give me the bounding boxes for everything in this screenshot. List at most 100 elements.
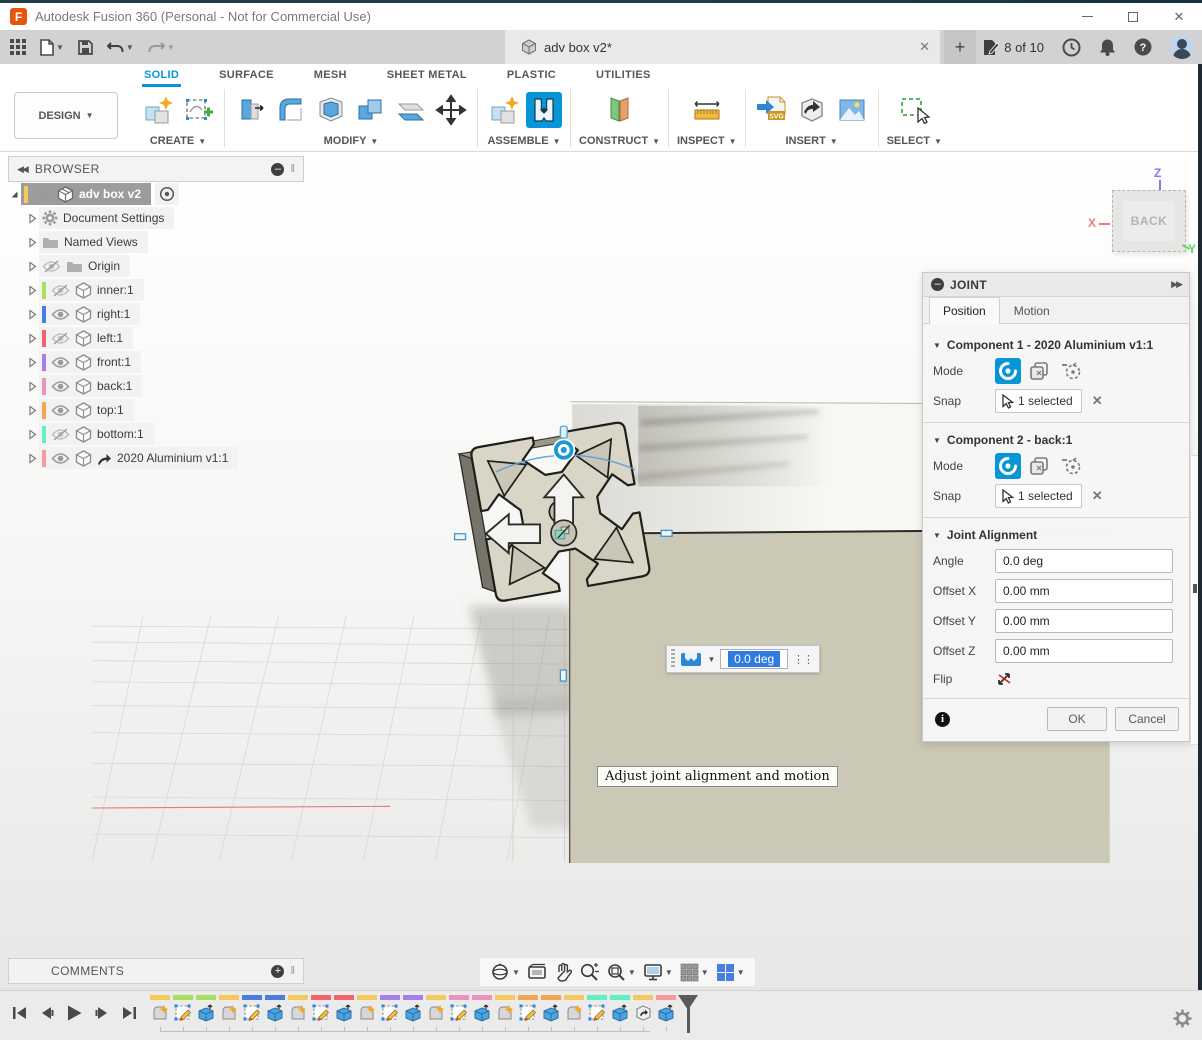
mode-between-faces-button[interactable] [1027, 358, 1053, 384]
timeline-item-extrude[interactable] [541, 995, 561, 1023]
drag-handle[interactable] [671, 649, 675, 669]
timeline-item-component[interactable] [288, 995, 308, 1023]
component1-snap-clear-icon[interactable]: ✕ [1092, 393, 1103, 409]
split-icon[interactable] [393, 92, 429, 128]
joint-dialog-header[interactable]: – JOINT ▶▶ [923, 273, 1189, 297]
panel-grip-icon[interactable]: ‖ [290, 965, 295, 977]
mode-simple-button[interactable] [995, 358, 1021, 384]
step-back-button[interactable] [39, 1005, 55, 1021]
timeline-item-sketch[interactable] [242, 995, 262, 1023]
browser-row-front-1[interactable]: front:1 [8, 350, 304, 374]
go-to-end-button[interactable] [121, 1005, 137, 1021]
timeline-item-extrude[interactable] [196, 995, 216, 1023]
add-comment-icon[interactable]: + [271, 965, 284, 978]
browser-row-top-1[interactable]: top:1 [8, 398, 304, 422]
offset-y-input[interactable]: 0.00 mm [995, 609, 1173, 633]
eye-visible-icon[interactable] [51, 380, 70, 393]
insert-mesh-icon[interactable] [794, 92, 830, 128]
browser-row-left-1[interactable]: left:1 [8, 326, 304, 350]
timeline-item-component[interactable] [564, 995, 584, 1023]
collapse-triangle-icon[interactable] [26, 429, 39, 440]
timeline-item-sketch[interactable] [173, 995, 193, 1023]
fit-tool-button[interactable]: ▼ [606, 962, 636, 982]
joint-tab-motion[interactable]: Motion [1000, 297, 1064, 323]
eye-hidden-icon[interactable] [51, 284, 70, 297]
canvas-icon[interactable] [834, 92, 870, 128]
dialog-minus-icon[interactable]: – [931, 278, 944, 291]
timeline-item-extrude[interactable] [610, 995, 630, 1023]
browser-row-origin[interactable]: Origin [8, 254, 304, 278]
eye-hidden-icon[interactable] [51, 428, 70, 441]
ribbon-group-label[interactable]: MODIFY▼ [324, 133, 379, 149]
fillet-icon[interactable] [273, 92, 309, 128]
step-forward-button[interactable] [94, 1005, 110, 1021]
browser-row-adv-box-v2[interactable]: adv box v2 [8, 182, 304, 206]
timeline-item-component[interactable] [219, 995, 239, 1023]
browser-row-right-1[interactable]: right:1 [8, 302, 304, 326]
browser-row-inner-1[interactable]: inner:1 [8, 278, 304, 302]
browser-row-bottom-1[interactable]: bottom:1 [8, 422, 304, 446]
component2-snap-button[interactable]: 1 selected [995, 484, 1082, 508]
timeline-settings-gear-icon[interactable] [1173, 1009, 1192, 1028]
joint-origin-marker[interactable] [551, 520, 576, 545]
timeline-item-extrude[interactable] [656, 995, 676, 1023]
flip-toggle-icon[interactable] [995, 670, 1015, 688]
more-options-icon[interactable]: ⋮⋮ [793, 653, 813, 666]
insert-svg-icon[interactable]: SVG [754, 92, 790, 128]
ribbon-group-label[interactable]: CONSTRUCT▼ [579, 133, 660, 149]
viewport[interactable]: ◀◀ BROWSER – ‖ adv box v2Document Settin… [0, 152, 1202, 990]
timeline-item-sketch[interactable] [587, 995, 607, 1023]
timeline-item-extrude[interactable] [472, 995, 492, 1023]
collapse-triangle-icon[interactable] [26, 237, 39, 248]
activate-component-radio[interactable] [155, 183, 179, 205]
caret-down-icon[interactable]: ▼ [707, 655, 715, 664]
ribbon-tab-mesh[interactable]: MESH [312, 65, 349, 87]
ribbon-group-label[interactable]: INSPECT▼ [677, 133, 737, 149]
ribbon-group-label[interactable]: INSERT▼ [785, 133, 837, 149]
viewports-button[interactable]: ▼ [716, 963, 745, 982]
browser-row-back-1[interactable]: back:1 [8, 374, 304, 398]
eye-visible-icon[interactable] [51, 404, 70, 417]
eye-hidden-icon[interactable] [51, 332, 70, 345]
ok-button[interactable]: OK [1047, 707, 1107, 731]
component2-section-header[interactable]: ▼ Component 2 - back:1 [933, 429, 1179, 451]
ribbon-group-label[interactable]: SELECT▼ [887, 133, 942, 149]
browser-row-document-settings[interactable]: Document Settings [8, 206, 304, 230]
collapse-triangle-icon[interactable] [26, 309, 39, 320]
notifications-button[interactable] [1099, 38, 1116, 56]
timeline-item-component[interactable] [426, 995, 446, 1023]
pan-tool-button[interactable] [554, 962, 572, 982]
eye-visible-icon[interactable] [51, 356, 70, 369]
joint-rotate-tick[interactable] [560, 426, 567, 438]
shell-icon[interactable] [313, 92, 349, 128]
collapse-triangle-icon[interactable] [26, 357, 39, 368]
timeline-item-sketch[interactable] [449, 995, 469, 1023]
new-component-icon[interactable] [140, 92, 176, 128]
zoom-tool-button[interactable] [579, 962, 599, 982]
panel-grip-icon[interactable]: ‖ [290, 163, 295, 175]
minimize-button[interactable] [1064, 3, 1110, 30]
move-icon[interactable] [433, 92, 469, 128]
component1-section-header[interactable]: ▼ Component 1 - 2020 Aluminium v1:1 [933, 334, 1179, 356]
browser-panel-header[interactable]: ◀◀ BROWSER – ‖ [8, 156, 304, 182]
look-at-tool-button[interactable] [527, 963, 547, 981]
timeline-item-component[interactable] [495, 995, 515, 1023]
collapse-triangle-icon[interactable] [26, 453, 39, 464]
offset-z-input[interactable]: 0.00 mm [995, 639, 1173, 663]
select-icon[interactable] [896, 92, 932, 128]
ribbon-group-label[interactable]: CREATE▼ [150, 133, 206, 149]
cancel-button[interactable]: Cancel [1115, 707, 1179, 731]
document-tab-close-icon[interactable]: ✕ [919, 39, 930, 55]
go-to-start-button[interactable] [12, 1005, 28, 1021]
maximize-button[interactable] [1110, 3, 1156, 30]
app-grid-menu-button[interactable] [10, 39, 26, 55]
eye-visible-icon[interactable] [33, 188, 52, 201]
joint-tab-position[interactable]: Position [929, 297, 1000, 324]
ribbon-group-label[interactable]: ASSEMBLE▼ [487, 133, 560, 149]
undo-button[interactable]: ▼ [107, 40, 134, 54]
display-settings-button[interactable]: ▼ [643, 963, 673, 981]
collapse-panel-icon[interactable]: ◀◀ [17, 164, 27, 175]
press-pull-icon[interactable] [233, 92, 269, 128]
user-avatar[interactable] [1170, 35, 1194, 59]
grid-settings-button[interactable]: ▼ [680, 963, 709, 982]
